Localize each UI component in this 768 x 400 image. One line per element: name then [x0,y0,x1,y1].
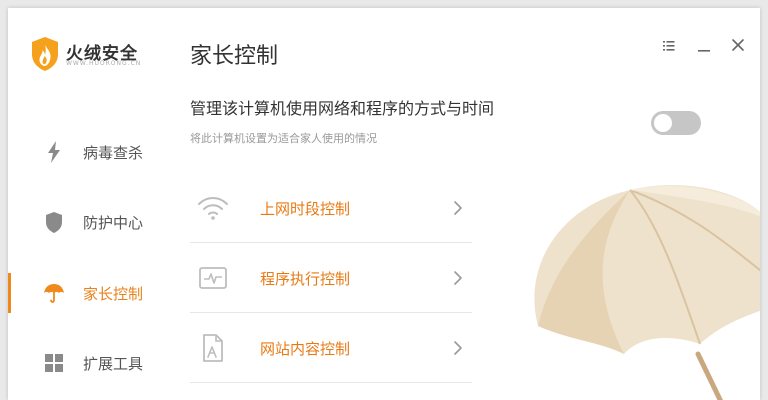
shield-icon [46,212,62,233]
sidebar-item-extension-tools[interactable]: 扩展工具 [8,337,166,389]
umbrella-illustration [534,185,760,400]
active-indicator [8,273,11,313]
feature-label: 网站内容控制 [260,340,351,358]
program-monitor-icon [199,267,227,289]
umbrella-icon [44,284,64,303]
menu-icon[interactable] [658,36,678,56]
chevron-right-icon [454,341,462,355]
feature-internet-time-control[interactable]: 上网时段控制 [190,174,472,243]
minimize-icon[interactable] [694,36,714,56]
sidebar-item-label: 扩展工具 [83,355,144,373]
sidebar-item-virus-scan[interactable]: 病毒查杀 [8,126,166,178]
feature-website-content-control[interactable]: 网站内容控制 [190,314,472,383]
sidebar-item-parental-control[interactable]: 家长控制 [8,267,166,319]
sidebar-item-label: 病毒查杀 [83,144,144,162]
feature-program-execution-control[interactable]: 程序执行控制 [190,244,472,313]
chevron-right-icon [454,201,462,215]
sidebar-item-label: 家长控制 [83,285,144,303]
parental-control-subtitle: 将此计算机设置为适合家人使用的情况 [190,132,377,145]
web-document-icon [203,334,223,362]
wifi-icon [198,197,228,220]
grid-icon [45,354,63,372]
chevron-right-icon [454,271,462,285]
lightning-icon [48,141,60,163]
close-icon[interactable] [728,36,748,56]
app-url: WWW.HUORONG.CN [66,60,142,67]
sidebar-item-label: 防护中心 [83,214,144,232]
parental-control-toggle[interactable] [651,111,701,135]
page-title: 家长控制 [190,44,279,69]
app-window: 火绒安全 WWW.HUORONG.CN 病毒查杀 防护中心 家长控制 扩展工具 … [8,8,760,400]
sidebar-item-protection-center[interactable]: 防护中心 [8,196,166,248]
feature-label: 程序执行控制 [260,270,351,288]
parental-control-headline: 管理该计算机使用网络和程序的方式与时间 [190,99,495,118]
sidebar: 火绒安全 WWW.HUORONG.CN 病毒查杀 防护中心 家长控制 扩展工具 [8,8,166,400]
toggle-knob [654,114,672,132]
feature-label: 上网时段控制 [260,200,351,218]
flame-shield-icon [32,37,58,71]
